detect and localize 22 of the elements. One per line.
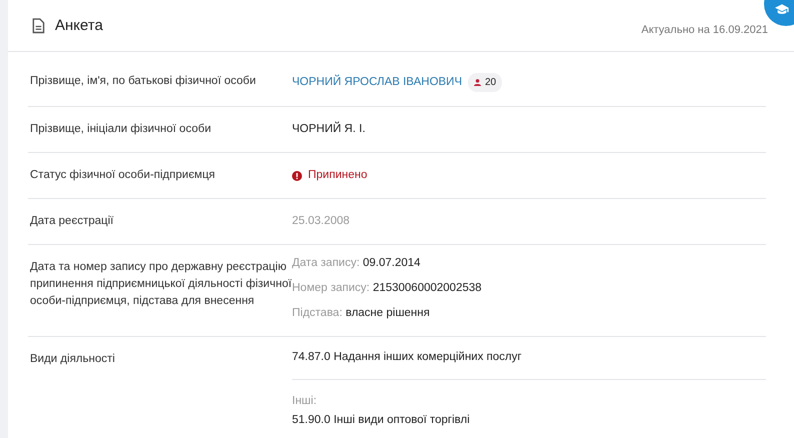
- alert-icon: [292, 170, 302, 180]
- document-icon: [32, 18, 45, 34]
- person-count-badge: 20: [468, 73, 502, 92]
- field-value: 25.03.2008: [292, 214, 350, 229]
- field-value: ЧОРНИЙ Я. І.: [292, 121, 366, 137]
- updated-date: Актуально на 16.09.2021: [641, 22, 768, 36]
- field-label: Дата реєстрації: [29, 214, 114, 229]
- record-line: Підстава: власне рішення: [292, 306, 430, 321]
- field-label: Прізвище, ім'я, по батькові фізичної особи: [29, 74, 257, 89]
- name-link[interactable]: ЧОРНИЙ ЯРОСЛАВ ІВАНОВИЧ: [292, 74, 462, 91]
- record-line: Номер запису: 21530060002002538: [292, 281, 482, 296]
- field-label: Прізвище, ініціали фізичної особи: [29, 122, 212, 137]
- field-label: Дата та номер запису про державну реєстрацію припинення підприємницької діяльності фізичної особи-підприємця, підстава для внесення: [29, 260, 292, 309]
- activity-text: 74.87.0 Надання інших комерційних послуг: [292, 337, 766, 380]
- card-title: Анкета: [55, 17, 103, 34]
- field-label: Статус фізичної особи-підприємця: [29, 168, 216, 183]
- status-text: Припинено: [308, 168, 368, 183]
- activity-text: 51.90.0 Інші види оптової торгівлі: [292, 413, 471, 428]
- field-label: Види діяльності: [29, 352, 116, 367]
- others-label: Інші:: [292, 394, 318, 409]
- graduation-cap-icon: [775, 4, 789, 14]
- record-line: Дата запису: 09.07.2014: [292, 256, 420, 271]
